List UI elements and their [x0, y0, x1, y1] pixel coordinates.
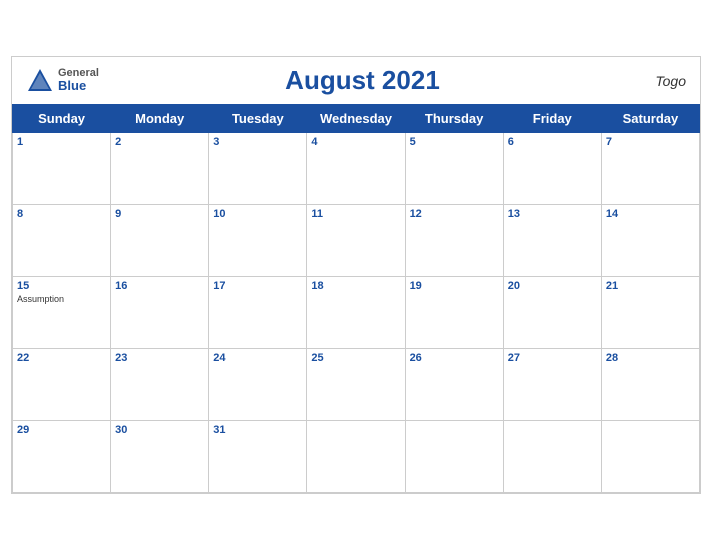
day-number: 5 — [410, 136, 499, 148]
day-number: 23 — [115, 352, 204, 364]
calendar-cell: 19 — [405, 277, 503, 349]
calendar-cell: 7 — [601, 133, 699, 205]
weekday-header-monday: Monday — [111, 105, 209, 133]
calendar-cell: 27 — [503, 349, 601, 421]
weekday-header-tuesday: Tuesday — [209, 105, 307, 133]
calendar-cell: 18 — [307, 277, 405, 349]
logo-area: General Blue — [26, 67, 99, 95]
day-number: 7 — [606, 136, 695, 148]
weekday-header-thursday: Thursday — [405, 105, 503, 133]
day-number: 2 — [115, 136, 204, 148]
day-number: 29 — [17, 424, 106, 436]
day-number: 19 — [410, 280, 499, 292]
day-number: 17 — [213, 280, 302, 292]
weekday-header-wednesday: Wednesday — [307, 105, 405, 133]
day-number: 24 — [213, 352, 302, 364]
day-number: 20 — [508, 280, 597, 292]
day-number: 4 — [311, 136, 400, 148]
general-blue-logo-icon — [26, 67, 54, 95]
calendar-cell: 1 — [13, 133, 111, 205]
week-row-4: 22 23 24 25 26 27 28 — [13, 349, 700, 421]
calendar-cell: 4 — [307, 133, 405, 205]
day-number: 27 — [508, 352, 597, 364]
calendar-cell: 26 — [405, 349, 503, 421]
calendar-cell: 10 — [209, 205, 307, 277]
day-number: 22 — [17, 352, 106, 364]
calendar-cell: 5 — [405, 133, 503, 205]
day-number: 25 — [311, 352, 400, 364]
calendar-cell: 21 — [601, 277, 699, 349]
weekday-header-saturday: Saturday — [601, 105, 699, 133]
country-label: Togo — [626, 73, 686, 89]
day-number: 13 — [508, 208, 597, 220]
day-number: 31 — [213, 424, 302, 436]
calendar-cell — [503, 421, 601, 493]
weekday-header-friday: Friday — [503, 105, 601, 133]
calendar-cell: 12 — [405, 205, 503, 277]
week-row-1: 1234567 — [13, 133, 700, 205]
calendar-cell: 14 — [601, 205, 699, 277]
calendar-cell: 9 — [111, 205, 209, 277]
calendar-cell: 20 — [503, 277, 601, 349]
day-number: 1 — [17, 136, 106, 148]
calendar-grid: SundayMondayTuesdayWednesdayThursdayFrid… — [12, 104, 700, 493]
week-row-5: 29 30 31 — [13, 421, 700, 493]
calendar-cell: 15 Assumption — [13, 277, 111, 349]
logo-blue: Blue — [58, 79, 99, 93]
calendar-cell: 6 — [503, 133, 601, 205]
calendar-cell: 29 — [13, 421, 111, 493]
calendar-cell: 8 — [13, 205, 111, 277]
calendar-cell: 22 — [13, 349, 111, 421]
day-number: 14 — [606, 208, 695, 220]
day-number: 26 — [410, 352, 499, 364]
weekday-header-sunday: Sunday — [13, 105, 111, 133]
calendar-cell: 13 — [503, 205, 601, 277]
week-row-2: 89 10 11 12 13 14 — [13, 205, 700, 277]
day-number: 8 — [17, 208, 106, 220]
calendar-cell: 25 — [307, 349, 405, 421]
day-event: Assumption — [17, 294, 106, 304]
calendar-cell — [307, 421, 405, 493]
week-row-3: 15 Assumption 16 17 18 19 20 21 — [13, 277, 700, 349]
calendar-title: August 2021 — [99, 65, 626, 96]
day-number: 16 — [115, 280, 204, 292]
day-number: 6 — [508, 136, 597, 148]
calendar-cell: 3 — [209, 133, 307, 205]
calendar-cell: 2 — [111, 133, 209, 205]
calendar-cell: 17 — [209, 277, 307, 349]
day-number: 30 — [115, 424, 204, 436]
calendar-cell: 23 — [111, 349, 209, 421]
day-number: 3 — [213, 136, 302, 148]
calendar-cell — [601, 421, 699, 493]
day-number: 12 — [410, 208, 499, 220]
calendar-cell: 24 — [209, 349, 307, 421]
day-number: 11 — [311, 208, 400, 220]
day-number: 9 — [115, 208, 204, 220]
day-number: 15 — [17, 280, 106, 292]
calendar-header: General Blue August 2021 Togo — [12, 57, 700, 104]
weekday-header-row: SundayMondayTuesdayWednesdayThursdayFrid… — [13, 105, 700, 133]
calendar-cell: 16 — [111, 277, 209, 349]
calendar-container: General Blue August 2021 Togo SundayMond… — [11, 56, 701, 494]
calendar-cell — [405, 421, 503, 493]
calendar-cell: 30 — [111, 421, 209, 493]
day-number: 21 — [606, 280, 695, 292]
calendar-cell: 31 — [209, 421, 307, 493]
day-number: 28 — [606, 352, 695, 364]
day-number: 18 — [311, 280, 400, 292]
calendar-cell: 28 — [601, 349, 699, 421]
logo-text: General Blue — [58, 67, 99, 93]
calendar-cell: 11 — [307, 205, 405, 277]
day-number: 10 — [213, 208, 302, 220]
